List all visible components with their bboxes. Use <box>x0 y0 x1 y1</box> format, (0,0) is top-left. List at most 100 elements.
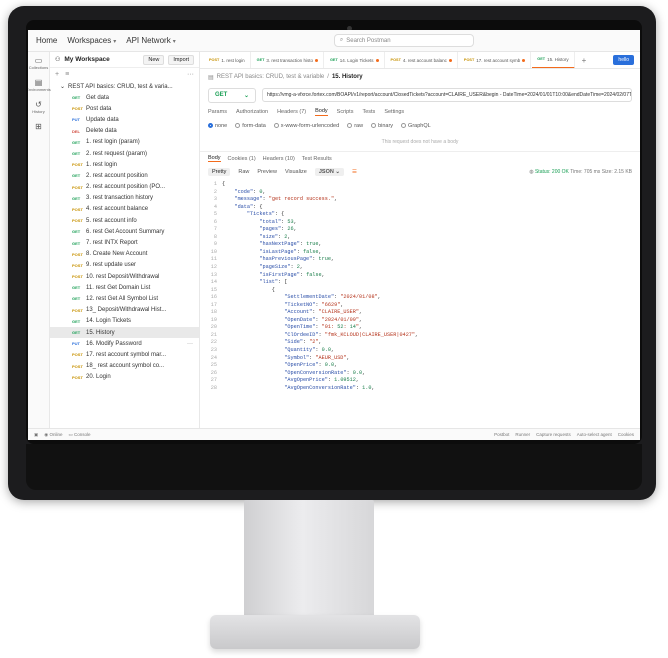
postbot-button[interactable]: Postbot <box>494 432 509 437</box>
rail-item-0[interactable]: ▭ Collections <box>29 56 49 70</box>
sidebar-request-item[interactable]: GET 2. rest account position <box>50 170 199 181</box>
request-tab[interactable]: Body <box>315 108 328 116</box>
body-option[interactable]: x-www-form-urlencoded <box>273 123 339 129</box>
nav-workspaces[interactable]: Workspaces ▾ <box>67 36 116 45</box>
tab-request[interactable]: POST 1. rest login <box>204 52 251 68</box>
breadcrumb-collection[interactable]: REST API basics: CRUD, test & variable <box>217 74 325 80</box>
response-size[interactable]: Size: 2.15 KB <box>602 169 632 175</box>
filter-icon[interactable]: ≡ <box>65 71 69 78</box>
import-button[interactable]: Import <box>168 54 194 65</box>
rail-item-3[interactable]: ⊞ <box>35 122 42 131</box>
format-select[interactable]: JSON ⌄ <box>314 168 344 176</box>
line-number: 12 <box>210 264 217 271</box>
sidebar-request-item[interactable]: POST 5. rest account info <box>50 215 199 226</box>
new-button[interactable]: New <box>143 54 165 65</box>
sidebar-request-item[interactable]: GET Get data <box>50 92 199 103</box>
sidebar-request-item[interactable]: DEL Delete data <box>50 126 199 137</box>
request-tab[interactable]: Authorization <box>236 109 268 115</box>
response-body[interactable]: 1 2 3 4 5 6 7 8 9 10 11 12 13 14 15 16 17 18 19 20 21 22 23 24 2… <box>200 179 640 428</box>
sidebar-request-item[interactable]: PUT 16. Modify Password ··· <box>50 338 199 349</box>
preview-button[interactable]: Preview <box>257 169 277 175</box>
search-input[interactable]: ⌕ Search Postman <box>333 34 474 47</box>
sidebar-request-item[interactable]: POST 4. rest account balance <box>50 204 199 215</box>
new-tab-icon[interactable]: + <box>576 56 593 65</box>
response-tab[interactable]: Cookies (1) <box>228 156 256 162</box>
tab-request[interactable]: POST 4. rest account balanc <box>386 52 458 68</box>
request-tab[interactable]: Headers (7) <box>277 109 306 115</box>
json-line: "Account": "CLAIRE_USER", <box>284 309 363 316</box>
sidebar-request-item[interactable]: GET 11. rest Get Domain List <box>50 282 199 293</box>
sidebar-request-item[interactable]: POST 2. rest account position (PO... <box>50 182 199 193</box>
sidebar-request-item[interactable]: GET 7. rest INTX Report <box>50 237 199 248</box>
auto-agent-button[interactable]: Auto-select agent <box>577 432 612 437</box>
body-option[interactable]: raw <box>347 123 363 129</box>
request-label: 6. rest Get Account Summary <box>86 228 165 235</box>
wrap-icon[interactable]: ☰ <box>352 169 357 175</box>
sidebar-request-item[interactable]: POST 10. rest Deposit/Withdrawal <box>50 271 199 282</box>
sidebar-request-item[interactable]: PUT Update data <box>50 114 199 125</box>
add-icon[interactable]: + <box>55 71 59 78</box>
tab-request[interactable]: GET 15. History <box>532 52 575 68</box>
line-number: 13 <box>210 271 217 278</box>
format-label: JSON <box>318 169 334 175</box>
more-icon[interactable]: ··· <box>187 341 193 347</box>
hello-button[interactable]: hello <box>613 55 634 65</box>
more-icon[interactable]: ··· <box>187 71 194 78</box>
sidebar-request-item[interactable]: GET 1. rest login (param) <box>50 137 199 148</box>
status-code[interactable]: Status: 200 OK <box>535 169 569 175</box>
request-tab[interactable]: Settings <box>384 109 404 115</box>
request-tab[interactable]: Params <box>208 109 227 115</box>
sidebar-request-item[interactable]: POST 18_ rest account symbol co... <box>50 361 199 372</box>
visualize-button[interactable]: Visualize <box>285 169 307 175</box>
collection-row[interactable]: ⌄ REST API basics: CRUD, test & varia... <box>50 81 199 92</box>
capture-button[interactable]: Capture requests <box>536 432 571 437</box>
request-tab[interactable]: Tests <box>362 109 375 115</box>
body-option[interactable]: binary <box>371 123 393 129</box>
tab-request[interactable]: GET 14. Login Tickets <box>325 52 385 68</box>
url-input[interactable]: https://vmg-a-vfxrce.fortex.com/BOAPI/v1… <box>262 88 632 102</box>
sidebar-toggle-icon[interactable]: ▣ <box>34 432 38 438</box>
cookies-button[interactable]: Cookies <box>618 432 634 437</box>
sidebar-request-item[interactable]: POST 20. Login <box>50 372 199 383</box>
body-option[interactable]: none <box>208 123 227 129</box>
method-badge: GET <box>72 151 81 157</box>
online-status[interactable]: ◉ Online <box>44 432 62 438</box>
sidebar-request-item[interactable]: GET 12. rest Get All Symbol List <box>50 293 199 304</box>
raw-button[interactable]: Raw <box>238 169 249 175</box>
sidebar-request-item[interactable]: POST 8. Create New Account <box>50 249 199 260</box>
request-tab[interactable]: Scripts <box>337 109 354 115</box>
nav-api-network[interactable]: API Network ▾ <box>126 36 175 45</box>
sidebar-request-item[interactable]: GET 6. rest Get Account Summary <box>50 226 199 237</box>
sidebar-request-item[interactable]: POST 13_ Deposit/Withdrawal Hist... <box>50 305 199 316</box>
response-tab[interactable]: Headers (10) <box>263 156 295 162</box>
request-label: 2. rest account position <box>86 172 148 179</box>
response-tab[interactable]: Body <box>208 155 221 162</box>
pretty-button[interactable]: Pretty <box>208 168 231 176</box>
sidebar-request-item[interactable]: GET 15. History <box>50 326 199 339</box>
runner-button[interactable]: Runner <box>515 432 530 437</box>
body-option[interactable]: GraphQL <box>401 123 431 129</box>
sidebar-request-item[interactable]: POST 9. rest update user <box>50 260 199 271</box>
tab-request[interactable]: POST 17. rest account symb <box>459 52 532 68</box>
nav-workspaces-label: Workspaces <box>67 36 112 45</box>
response-tab[interactable]: Test Results <box>302 156 332 162</box>
tab-label: 14. Login Tickets <box>339 57 374 63</box>
rail-item-1[interactable]: ▤ Environments <box>28 78 51 92</box>
response-time[interactable]: Time: 705 ms <box>570 169 600 175</box>
sidebar-request-item[interactable]: POST 17. rest account symbol mar... <box>50 349 199 360</box>
nav-home[interactable]: Home <box>36 36 57 45</box>
sidebar-request-item[interactable]: GET 2. rest request (param) <box>50 148 199 159</box>
line-number: 18 <box>210 309 217 316</box>
line-number: 27 <box>210 377 217 384</box>
sidebar-request-item[interactable]: POST Post data <box>50 103 199 114</box>
workspace-name[interactable]: My Workspace <box>64 56 139 63</box>
sidebar: ⚇ My Workspace New Import + ≡ ··· ⌄ REST… <box>50 52 200 428</box>
sidebar-request-item[interactable]: GET 3. rest transaction history <box>50 193 199 204</box>
rail-item-2[interactable]: ↺ History <box>32 100 44 114</box>
sidebar-request-item[interactable]: POST 1. rest login <box>50 159 199 170</box>
body-option[interactable]: form-data <box>235 123 266 129</box>
console-button[interactable]: ▭ Console <box>68 432 90 438</box>
method-select[interactable]: GET ⌄ <box>208 87 256 103</box>
tab-request[interactable]: GET 3. rest transaction histo <box>252 52 324 68</box>
sidebar-request-item[interactable]: GET 14. Login Tickets <box>50 316 199 327</box>
